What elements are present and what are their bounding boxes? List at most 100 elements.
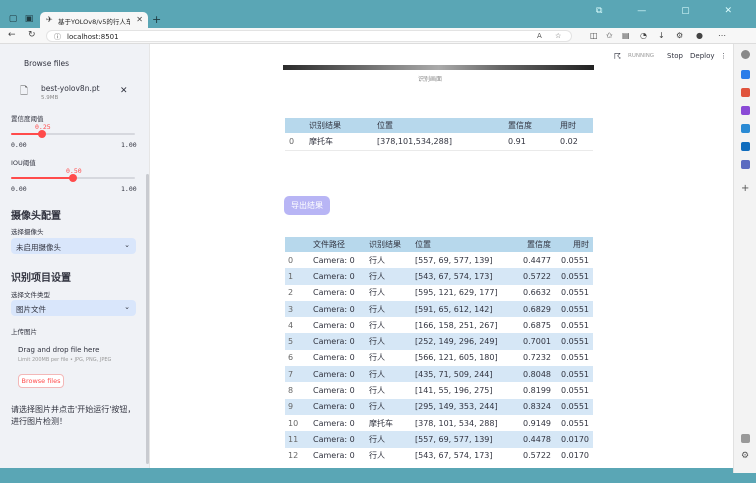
log-col-time: 用时: [555, 237, 593, 252]
browser-tab[interactable]: ✈ 基于YOLOv8/v5的行人车辆检测 ✕: [40, 12, 148, 28]
conf-slider-thumb[interactable]: [38, 130, 46, 138]
cell-conf: 0.5722: [512, 268, 555, 285]
cell-path: Camera: 0: [310, 431, 366, 448]
cell-position: [595, 121, 629, 177]: [415, 288, 498, 298]
cell-path: Camera: 0: [310, 333, 366, 350]
upload-label: 上传图片: [11, 328, 37, 336]
log-col-path: 文件路径: [310, 237, 366, 252]
new-tab-icon[interactable]: +: [152, 13, 161, 26]
cell-index: 6: [288, 353, 294, 363]
cell-time: 0.0551: [561, 288, 589, 298]
camera-select[interactable]: 未启用摄像头 ⌄: [11, 238, 136, 254]
cell-class: 行人: [369, 288, 385, 298]
cell-conf: 0.6829: [512, 300, 555, 318]
add-app-icon[interactable]: +: [741, 184, 750, 194]
cell-time: 0.0551: [561, 320, 589, 330]
browser-tabstrip: ▢ ▣ ✈ 基于YOLOv8/v5的行人车辆检测 ✕ + ⧉ — ▢ ✕: [0, 0, 756, 28]
favorites-icon[interactable]: ✩: [606, 31, 613, 40]
tab-actions-icon[interactable]: ▣: [24, 14, 34, 24]
cell-conf: 0.6875: [523, 320, 551, 330]
sidebar: Browse files 🗋 best-yolov8n.pt 5.9MB ✕ 置…: [0, 44, 150, 468]
iou-slider[interactable]: [11, 174, 135, 182]
dropzone-hint: Limit 200MB per file • JPG, PNG, JPEG: [18, 357, 112, 363]
deploy-button[interactable]: Deploy: [690, 52, 715, 60]
copilot-icon[interactable]: ◔: [640, 31, 647, 40]
cell-class: 行人: [366, 268, 412, 285]
uploaded-file-size: 5.9MB: [41, 95, 59, 101]
outlook-icon[interactable]: [741, 142, 750, 151]
table-row: 8 Camera: 0 行人 [141, 55, 196, 275] 0.8199 0.0…: [285, 382, 593, 398]
cell-index: 11: [285, 431, 310, 448]
split-screen-icon[interactable]: ◫: [590, 31, 598, 40]
chevron-down-icon: ⌄: [124, 303, 130, 311]
games-icon[interactable]: [741, 106, 750, 115]
sidebar-scrollbar[interactable]: [146, 174, 149, 464]
window-controls[interactable]: ⧉ — ▢ ✕: [596, 6, 748, 16]
url-field[interactable]: ⓘ localhost:8501 A ☆: [46, 30, 572, 42]
cell-class: 行人: [366, 431, 412, 448]
cell-conf: 0.8048: [512, 366, 555, 383]
site-info-icon[interactable]: ⓘ: [54, 32, 61, 42]
extensions-icon[interactable]: ⚙: [676, 31, 683, 40]
cell-position: [252, 149, 296, 249]: [412, 333, 512, 350]
iou-slider-thumb[interactable]: [69, 174, 77, 182]
app-menu-icon[interactable]: ⋮: [720, 52, 727, 60]
cell-path: Camera: 0: [313, 353, 355, 363]
microsoft365-icon[interactable]: [741, 124, 750, 133]
browse-files-link[interactable]: Browse files: [24, 59, 69, 68]
edge-sidebar: + ⚙: [733, 44, 756, 473]
table-row: 5 Camera: 0 行人 [252, 149, 296, 249] 0.7001 0.…: [285, 333, 593, 350]
profile-avatar-icon[interactable]: ●: [696, 31, 703, 40]
filetype-select[interactable]: 图片文件 ⌄: [11, 300, 136, 316]
table-row: 9 Camera: 0 行人 [295, 149, 353, 244] 0.8324 0.…: [285, 398, 593, 415]
streamlit-app: Browse files 🗋 best-yolov8n.pt 5.9MB ✕ 置…: [0, 44, 733, 468]
result-table: 识别结果 位置 置信度 用时 0 摩托车 [378,101,534,288] 0…: [285, 118, 593, 151]
cell-index: 8: [288, 386, 294, 396]
instruction-text: 请选择图片并点击'开始运行'按钮，进行图片检测！: [11, 405, 136, 426]
table-row: 12 Camera: 0 行人 [543, 67, 574, 173] 0.5722 0.…: [285, 448, 593, 464]
cell-index: 7: [285, 366, 310, 383]
favorite-star-icon[interactable]: ☆: [555, 32, 561, 40]
conf-slider[interactable]: [11, 130, 135, 138]
cell-class: 行人: [369, 320, 385, 330]
log-table-body: 0 Camera: 0 行人 [557, 69, 577, 139] 0.4477 0.0…: [285, 252, 593, 464]
browse-files-button[interactable]: Browse files: [18, 374, 64, 388]
shopping-icon[interactable]: [741, 70, 750, 79]
cell-class: 行人: [366, 398, 412, 415]
sidebar-settings-icon[interactable]: ⚙: [741, 452, 750, 461]
tab-title: 基于YOLOv8/v5的行人车辆检测: [58, 18, 130, 26]
log-col-index: [285, 237, 310, 252]
cell-position: [166, 158, 251, 267]: [415, 320, 498, 330]
url-text: localhost:8501: [67, 32, 119, 41]
browser-menu-icon[interactable]: ⋯: [718, 31, 726, 40]
cell-time: 0.0551: [561, 353, 589, 363]
cell-conf: 0.7232: [523, 353, 551, 363]
read-aloud-icon[interactable]: A: [537, 32, 542, 40]
panel-toggle-icon[interactable]: [741, 434, 750, 443]
close-tab-icon[interactable]: ✕: [136, 15, 143, 24]
cell-time: 0.0551: [555, 398, 593, 415]
cell-conf: 0.8324: [512, 398, 555, 415]
collections-icon[interactable]: ▤: [622, 31, 630, 40]
log-table-container[interactable]: 文件路径 识别结果 位置 置信度 用时 0 Camera: 0 行人 [557, 69…: [285, 237, 593, 468]
tools-icon[interactable]: [741, 88, 750, 97]
drop-icon[interactable]: [741, 160, 750, 169]
uploaded-file-name: best-yolov8n.pt: [41, 84, 100, 93]
address-bar-row: ← ↻ ⓘ localhost:8501 A ☆ ◫ ✩ ▤ ◔ ↓ ⚙ ● ⋯: [0, 28, 756, 44]
cell-position: [378,101,534,288]: [373, 133, 504, 151]
cell-position: [557, 69, 577, 139]: [412, 431, 512, 448]
cell-conf: 0.8199: [523, 386, 551, 396]
export-results-button[interactable]: 导出结果: [284, 196, 330, 215]
cell-conf: 0.5722: [523, 451, 551, 461]
stop-button[interactable]: Stop: [667, 52, 683, 60]
cell-position: [295, 149, 353, 244]: [412, 398, 512, 415]
cell-path: Camera: 0: [310, 300, 366, 318]
cell-class: 摩托车: [305, 133, 373, 151]
profile-icon[interactable]: ▢: [8, 14, 18, 24]
downloads-icon[interactable]: ↓: [658, 31, 665, 40]
remove-file-icon[interactable]: ✕: [120, 86, 128, 96]
search-icon[interactable]: [741, 50, 750, 59]
table-row: 3 Camera: 0 行人 [591, 65, 612, 142] 0.6829 0.0…: [285, 300, 593, 318]
refresh-icon[interactable]: ↻: [28, 30, 36, 40]
back-icon[interactable]: ←: [8, 30, 16, 40]
